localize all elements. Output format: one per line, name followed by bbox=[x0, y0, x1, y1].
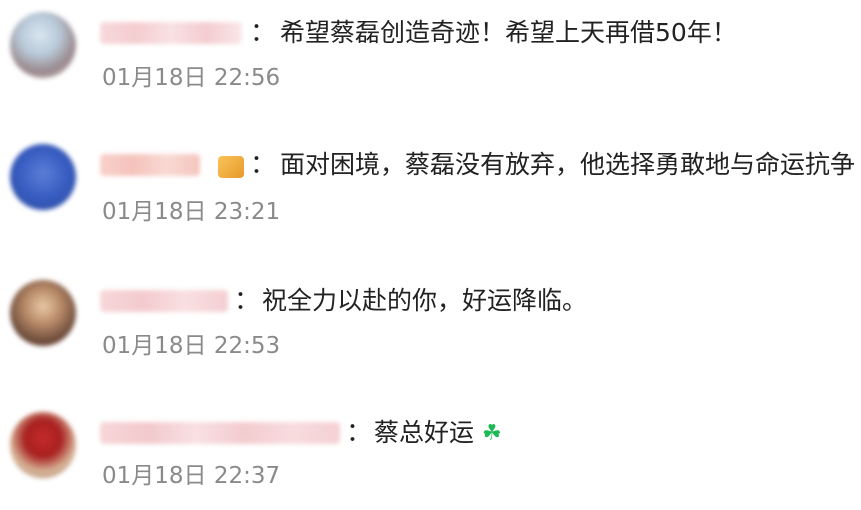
comment-timestamp: 01月18日 22:37 bbox=[102, 463, 281, 489]
comment-item: ： 祝全力以赴的你，好运降临。 01月18日 22:53 bbox=[0, 268, 861, 368]
username-blurred[interactable] bbox=[100, 290, 228, 312]
username-blurred[interactable] bbox=[100, 154, 200, 176]
comment-text: 祝全力以赴的你，好运降临。 bbox=[262, 286, 588, 315]
comment-item: ： 面对困境，蔡磊没有放弃，他选择勇敢地与命运抗争 01月18日 23:21 bbox=[0, 132, 861, 232]
comment-item: ： 蔡总好运 ☘ 01月18日 22:37 bbox=[0, 400, 861, 500]
comment-text-content: 蔡总好运 bbox=[374, 418, 475, 447]
username-blurred[interactable] bbox=[100, 22, 242, 44]
avatar[interactable] bbox=[10, 412, 76, 478]
vip-badge-icon bbox=[218, 156, 244, 178]
comment-separator: ： bbox=[250, 150, 277, 180]
comment-text: 希望蔡磊创造奇迹！希望上天再借50年！ bbox=[280, 18, 737, 47]
clover-icon: ☘ bbox=[482, 421, 502, 446]
avatar[interactable] bbox=[10, 12, 76, 78]
username-blurred[interactable] bbox=[100, 422, 340, 444]
comment-separator: ： bbox=[250, 18, 277, 48]
comment-separator: ： bbox=[346, 418, 373, 448]
comment-text: 蔡总好运 ☘ bbox=[374, 418, 502, 449]
comment-separator: ： bbox=[234, 286, 261, 316]
avatar[interactable] bbox=[10, 144, 76, 210]
comment-timestamp: 01月18日 22:53 bbox=[102, 333, 281, 359]
comment-item: ： 希望蔡磊创造奇迹！希望上天再借50年！ 01月18日 22:56 bbox=[0, 0, 861, 100]
comment-timestamp: 01月18日 23:21 bbox=[102, 199, 281, 225]
avatar[interactable] bbox=[10, 280, 76, 346]
comment-timestamp: 01月18日 22:56 bbox=[102, 65, 281, 91]
comment-text: 面对困境，蔡磊没有放弃，他选择勇敢地与命运抗争 bbox=[280, 150, 856, 179]
